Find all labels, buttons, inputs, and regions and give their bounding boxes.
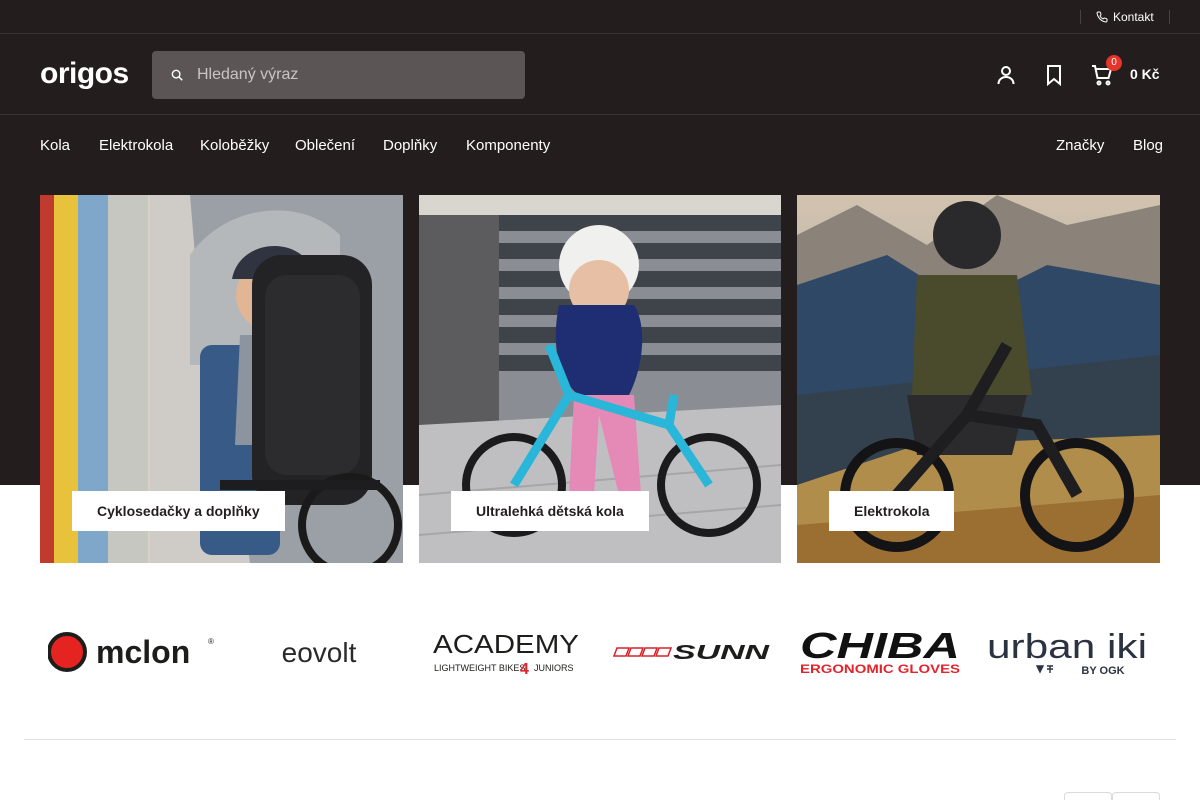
melon-logo: mclon ® (48, 632, 214, 672)
search-icon (171, 69, 183, 81)
wishlist-button[interactable] (1042, 63, 1066, 87)
nav-item-znacky[interactable]: Značky (1056, 137, 1104, 154)
svg-text:®: ® (208, 637, 214, 646)
search-box[interactable] (152, 51, 525, 99)
nav-item-obleceni[interactable]: Oblečení (295, 137, 355, 154)
carousel-controls (1064, 792, 1160, 800)
site-header: origos 0 0 Kč (0, 35, 1200, 115)
nav-item-blog[interactable]: Blog (1133, 137, 1163, 154)
svg-text:4: 4 (520, 661, 529, 677)
academy-logo: ACADEMY LIGHTWEIGHT BIKES 4 JUNIORS (433, 629, 579, 677)
brand-logo-melon[interactable]: mclon ® (40, 612, 226, 692)
main-navigation: Kola Elektrokola Koloběžky Oblečení Dopl… (0, 116, 1200, 176)
svg-text:ERGONOMIC GLOVES: ERGONOMIC GLOVES (800, 662, 960, 676)
nav-item-doplnky[interactable]: Doplňky (383, 137, 437, 154)
brand-logo-urban-iki[interactable]: urban iki BY OGK (974, 612, 1160, 692)
brand-logo-chiba[interactable]: CHIBA ERGONOMIC GLOVES (786, 612, 974, 692)
brand-logo-eovolt[interactable]: eovolt (226, 612, 412, 692)
hero-label-child-seats[interactable]: Cyklosedačky a doplňky (72, 491, 285, 531)
svg-text:BY OGK: BY OGK (1081, 665, 1124, 677)
hero-label-kids-bikes[interactable]: Ultralehká dětská kola (451, 491, 649, 531)
svg-text:mclon: mclon (96, 634, 190, 670)
svg-text:urban iki: urban iki (987, 628, 1147, 666)
user-icon (997, 66, 1015, 85)
brand-strip: mclon ® eovolt ACADEMY LIGHTWEIGHT BIKES… (40, 612, 1160, 692)
section-divider (24, 739, 1176, 740)
top-utility-bar: Kontakt (0, 0, 1200, 34)
svg-text:JUNIORS: JUNIORS (534, 663, 574, 673)
topbar-separator (1169, 10, 1170, 24)
topbar-separator (1080, 10, 1081, 24)
svg-text:ACADEMY: ACADEMY (433, 629, 579, 659)
phone-icon (1096, 11, 1108, 23)
carousel-next-button[interactable] (1112, 792, 1160, 800)
nav-item-komponenty[interactable]: Komponenty (466, 137, 550, 154)
nav-item-kola[interactable]: Kola (40, 137, 70, 154)
carousel-prev-button[interactable] (1064, 792, 1112, 800)
brand-logo-academy[interactable]: ACADEMY LIGHTWEIGHT BIKES 4 JUNIORS (412, 612, 600, 692)
hero-card-ebikes[interactable]: Elektrokola (797, 195, 1160, 563)
brand-logo-sunn[interactable]: SUNN (600, 612, 786, 692)
svg-text:LIGHTWEIGHT BIKES: LIGHTWEIGHT BIKES (434, 663, 525, 673)
account-button[interactable] (994, 63, 1018, 87)
hero-label-ebikes[interactable]: Elektrokola (829, 491, 955, 531)
bookmark-icon (1047, 65, 1061, 87)
urban-iki-logo: urban iki BY OGK (987, 628, 1147, 677)
svg-text:SUNN: SUNN (673, 642, 770, 664)
hero-card-child-seats[interactable]: Cyklosedačky a doplňky (40, 195, 403, 563)
contact-link[interactable]: Kontakt (1096, 9, 1154, 25)
nav-item-kolobezky[interactable]: Koloběžky (200, 137, 269, 154)
chiba-logo: CHIBA ERGONOMIC GLOVES (800, 628, 960, 676)
svg-text:CHIBA: CHIBA (800, 628, 960, 666)
nav-item-elektrokola[interactable]: Elektrokola (99, 137, 173, 154)
site-logo[interactable]: origos (40, 55, 129, 93)
cart-count-badge: 0 (1106, 55, 1122, 71)
sunn-logo: SUNN (613, 642, 770, 664)
eovolt-logo: eovolt (282, 637, 357, 668)
search-input[interactable] (197, 51, 517, 99)
hero-card-kids-bikes[interactable]: Ultralehká dětská kola (419, 195, 781, 563)
contact-label: Kontakt (1113, 10, 1154, 24)
cart-total[interactable]: 0 Kč (1130, 66, 1160, 82)
svg-text:eovolt: eovolt (282, 637, 357, 668)
